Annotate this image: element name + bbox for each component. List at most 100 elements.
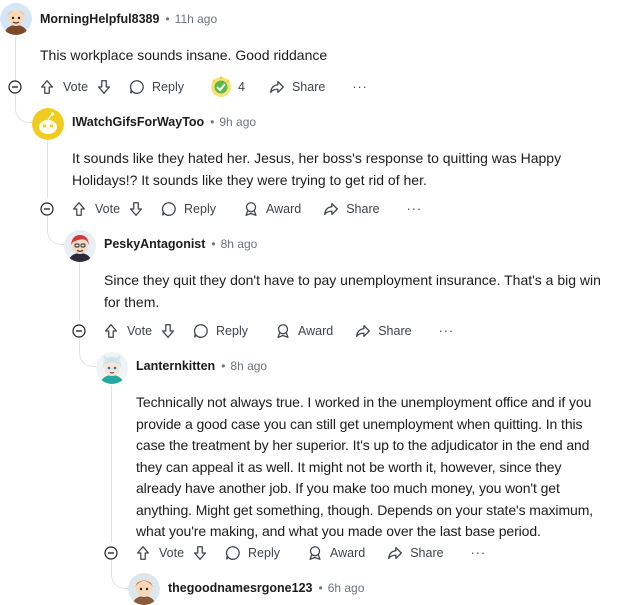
- award-count: 4: [238, 80, 245, 94]
- award-label: Award: [298, 324, 334, 338]
- comment-body: This workplace sounds insane. Good ridda…: [40, 45, 327, 67]
- collapse-thread-icon[interactable]: [104, 546, 118, 560]
- timestamp[interactable]: 6h ago: [328, 581, 365, 595]
- share-button[interactable]: Share: [268, 78, 325, 96]
- comment-text-line: Technically not always true. I worked in…: [136, 394, 592, 410]
- comment-text-line: Holidays!? It sounds like they were tryi…: [72, 171, 427, 188]
- downvote-arrow-icon: [130, 202, 143, 216]
- upvote-arrow-icon: [104, 324, 118, 338]
- username[interactable]: IWatchGifsForWayToo: [72, 115, 204, 129]
- thread-line-level-3: [111, 385, 112, 542]
- comment-text-line: for them.: [104, 293, 160, 310]
- award-icon: [277, 324, 289, 338]
- username[interactable]: thegoodnamesrgone123: [168, 581, 312, 595]
- award-button[interactable]: Award: [306, 544, 365, 562]
- downvote-button[interactable]: [191, 544, 209, 562]
- timestamp[interactable]: 8h ago: [221, 237, 258, 251]
- comment-header: thegoodnamesrgone123 • 6h ago: [168, 577, 364, 599]
- comment-header: MorningHelpful8389 • 11h ago: [40, 8, 217, 30]
- username[interactable]: PeskyAntagonist: [104, 237, 205, 251]
- comment-text-line: It sounds like they hated her. Jesus, he…: [72, 150, 562, 166]
- avatar[interactable]: [32, 108, 64, 140]
- award-badge-icon: [211, 76, 231, 97]
- reply-button[interactable]: Reply: [224, 544, 280, 562]
- vote-label: Vote: [159, 546, 185, 560]
- share-arrow-icon: [356, 324, 371, 338]
- reply-label: Reply: [184, 202, 216, 216]
- comment-header: Lanternkitten • 8h ago: [136, 355, 267, 377]
- comment-header: PeskyAntagonist • 8h ago: [104, 233, 257, 255]
- reply-button[interactable]: Reply: [160, 200, 216, 218]
- reply-button[interactable]: Reply: [192, 322, 248, 340]
- upvote-button[interactable]: [70, 200, 88, 218]
- separator-dot: •: [221, 359, 226, 373]
- award-button[interactable]: Award: [242, 200, 301, 218]
- comment-text-line: Since they quit they don't have to pay u…: [104, 272, 601, 288]
- share-button[interactable]: Share: [354, 322, 412, 340]
- timestamp[interactable]: 11h ago: [175, 12, 218, 26]
- avatar[interactable]: [128, 573, 160, 605]
- share-label: Share: [291, 80, 326, 94]
- reply-button[interactable]: Reply: [128, 78, 184, 96]
- comment-body: Technically not always true. I worked in…: [136, 392, 593, 543]
- award-button[interactable]: 4: [210, 76, 245, 98]
- more-label: ···: [406, 202, 423, 216]
- upvote-button[interactable]: [38, 78, 56, 96]
- comment-actions: Vote Reply 4 Share ···: [38, 75, 368, 99]
- comment-text-line: case the treatment by her superior. It's…: [136, 437, 590, 453]
- more-label: ···: [438, 324, 455, 338]
- avatar[interactable]: [0, 3, 32, 35]
- collapse-thread-icon[interactable]: [72, 324, 86, 338]
- avatar[interactable]: [64, 230, 96, 262]
- more-options-button[interactable]: ···: [352, 80, 368, 94]
- more-label: ···: [470, 546, 487, 560]
- downvote-arrow-icon: [98, 80, 111, 94]
- reply-bubble-icon: [162, 202, 176, 216]
- downvote-arrow-icon: [194, 546, 207, 560]
- avatar[interactable]: [96, 352, 128, 384]
- comment-text-line: they can appeal it as well. It might not…: [136, 458, 562, 475]
- thread-elbow: [47, 216, 64, 245]
- more-options-button[interactable]: ···: [407, 202, 423, 216]
- timestamp[interactable]: 9h ago: [219, 115, 256, 129]
- separator-dot: •: [318, 581, 323, 595]
- separator-dot: •: [211, 237, 216, 251]
- downvote-button[interactable]: [127, 200, 145, 218]
- username[interactable]: Lanternkitten: [136, 359, 215, 373]
- vote-label: Vote: [127, 324, 153, 338]
- share-arrow-icon: [270, 80, 284, 94]
- award-button[interactable]: Award: [274, 322, 333, 340]
- reply-label: Reply: [216, 324, 248, 338]
- share-label: Share: [410, 546, 444, 560]
- separator-dot: •: [210, 115, 215, 129]
- thread-line-level-0: [15, 37, 16, 85]
- comment-body: It sounds like they hated her. Jesus, he…: [72, 148, 561, 191]
- comment-body: Since they quit they don't have to pay u…: [104, 270, 601, 313]
- comment-actions: Vote Reply Award Share ···: [70, 197, 422, 221]
- more-options-button[interactable]: ···: [439, 324, 455, 338]
- thread-line-level-1: [47, 141, 48, 198]
- share-arrow-icon: [388, 546, 403, 560]
- share-button[interactable]: Share: [322, 200, 380, 218]
- collapse-thread-icon[interactable]: [40, 202, 54, 216]
- timestamp[interactable]: 8h ago: [230, 359, 267, 373]
- comment-text-line: provide a good case you can still get un…: [136, 415, 583, 432]
- username[interactable]: MorningHelpful8389: [40, 12, 159, 26]
- reply-label: Reply: [248, 546, 280, 560]
- upvote-arrow-icon: [40, 80, 54, 94]
- upvote-button[interactable]: [134, 544, 152, 562]
- reply-bubble-icon: [194, 324, 208, 338]
- upvote-button[interactable]: [102, 322, 120, 340]
- downvote-button[interactable]: [159, 322, 177, 340]
- thread-elbow: [79, 338, 96, 367]
- award-label: Award: [266, 202, 302, 216]
- comment-actions: Vote Reply Award Share ···: [102, 319, 454, 343]
- award-icon: [245, 202, 257, 216]
- more-options-button[interactable]: ···: [471, 546, 487, 560]
- downvote-button[interactable]: [95, 78, 113, 96]
- thread-line-level-2: [79, 261, 80, 320]
- vote-label: Vote: [95, 202, 121, 216]
- share-button[interactable]: Share: [386, 544, 444, 562]
- collapse-thread-icon[interactable]: [8, 80, 22, 94]
- upvote-arrow-icon: [72, 202, 86, 216]
